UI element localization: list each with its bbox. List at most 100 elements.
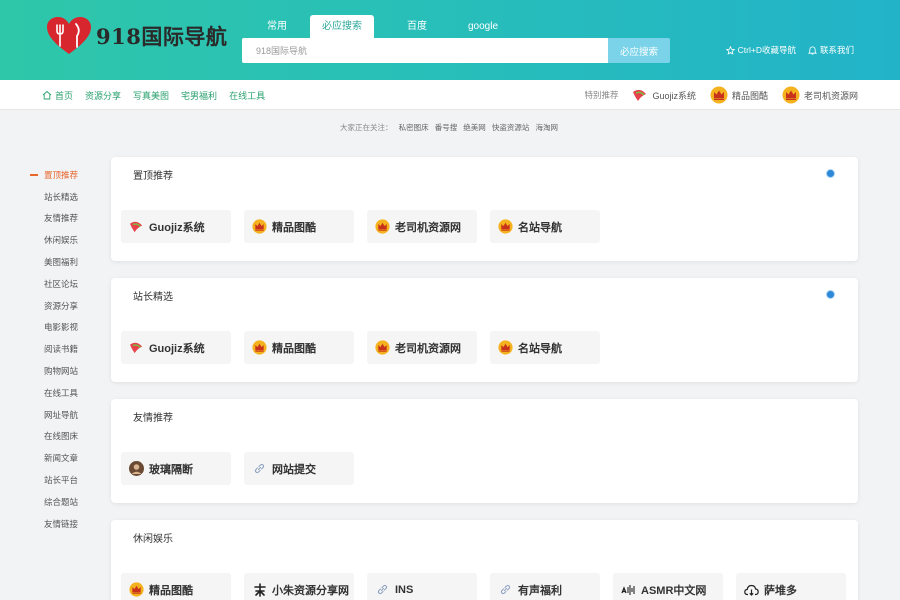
site-link-label: 小朱资源分享网 — [272, 584, 349, 597]
header-links: Ctrl+D收藏导航 联系我们 — [725, 44, 854, 56]
site-link[interactable]: Guojiz系统 — [121, 331, 231, 364]
sidebar-item[interactable]: 资源分享 — [30, 295, 100, 317]
section-dot-icon[interactable] — [826, 169, 835, 178]
sidebar-item[interactable]: 休闲娱乐 — [30, 229, 100, 251]
guojiz-icon — [633, 89, 647, 101]
sidebar-item-label: 置顶推荐 — [44, 169, 79, 180]
nav-tools[interactable]: 在线工具 — [229, 89, 265, 102]
site-link[interactable]: ASMR中文网 — [613, 573, 723, 600]
site-link-label: ASMR中文网 — [641, 584, 707, 597]
sidebar-item[interactable]: 社区论坛 — [30, 273, 100, 295]
site-link[interactable]: 萨堆多 — [736, 573, 846, 600]
site-link[interactable]: 有声福利 — [490, 573, 600, 600]
sidebar-item-label: 在线工具 — [44, 387, 79, 398]
avatar-icon — [129, 461, 144, 476]
guojiz-icon — [130, 342, 143, 354]
site-link[interactable]: 老司机资源网 — [367, 210, 477, 243]
hot-item[interactable]: 绝美网 — [463, 123, 486, 132]
zhu-icon — [253, 582, 266, 597]
sidebar-item-label: 站长精选 — [44, 191, 79, 202]
crown-icon — [252, 219, 267, 234]
logo[interactable]: 918国际导航 — [46, 16, 227, 56]
section-dot-icon[interactable] — [826, 290, 835, 299]
section-card-leisure: 休闲娱乐 精品图酷 小朱资源分享网 INS 有声福利 ASMR中文网 萨堆多 — [111, 520, 858, 600]
site-link-label: Guojiz系统 — [149, 342, 205, 355]
sidebar-item[interactable]: 美图福利 — [30, 251, 100, 273]
sidebar-item-label: 社区论坛 — [44, 278, 79, 289]
link-row: 精品图酷 小朱资源分享网 INS 有声福利 ASMR中文网 萨堆多 — [121, 573, 846, 600]
section-card-pinned: 置顶推荐 Guojiz系统 精品图酷 老司机资源网 名站导航 — [111, 157, 858, 261]
search-input[interactable] — [242, 38, 608, 63]
site-link[interactable]: INS — [367, 573, 477, 600]
sidebar-item-label: 休闲娱乐 — [44, 235, 79, 246]
search-button[interactable]: 必应搜索 — [608, 38, 670, 63]
site-link-label: 精品图酷 — [272, 342, 316, 355]
nav-resources[interactable]: 资源分享 — [85, 89, 121, 102]
sidebar-item-label: 新闻文章 — [44, 453, 79, 464]
site-link[interactable]: 网站提交 — [244, 452, 354, 485]
sidebar-item-label: 友情推荐 — [44, 213, 79, 224]
site-link[interactable]: 精品图酷 — [244, 210, 354, 243]
sidebar-item[interactable]: 阅读书籍 — [30, 338, 100, 360]
sidebar-item[interactable]: 站长平台 — [30, 469, 100, 491]
site-link[interactable]: 小朱资源分享网 — [244, 573, 354, 600]
sidebar-item-label: 购物网站 — [44, 366, 79, 377]
home-icon — [42, 90, 52, 100]
special-label: 特别推荐 — [584, 90, 619, 100]
special-guojiz-label: Guojiz系统 — [652, 90, 696, 101]
contact-link[interactable]: 联系我们 — [807, 44, 854, 56]
site-link[interactable]: 精品图酷 — [121, 573, 231, 600]
site-link[interactable]: 玻璃隔断 — [121, 452, 231, 485]
sidebar-item[interactable]: 在线工具 — [30, 382, 100, 404]
sidebar-item[interactable]: 综合题站 — [30, 491, 100, 513]
site-link[interactable]: 老司机资源网 — [367, 331, 477, 364]
sidebar-item[interactable]: 电影影视 — [30, 317, 100, 339]
crown-icon — [498, 219, 513, 234]
site-link[interactable]: 名站导航 — [490, 331, 600, 364]
site-link-label: 有声福利 — [518, 584, 562, 597]
special-guojiz[interactable]: Guojiz系统 — [632, 88, 696, 102]
heart-logo-icon — [47, 17, 91, 54]
tab-google[interactable]: google — [450, 15, 516, 38]
sidebar-item[interactable]: 网址导航 — [30, 404, 100, 426]
sub-navigation: 首页 资源分享 写真美图 宅男福利 在线工具 特别推荐 Guojiz系统 精品图… — [0, 80, 900, 110]
sidebar-item[interactable]: 友情链接 — [30, 513, 100, 535]
site-link[interactable]: 精品图酷 — [244, 331, 354, 364]
nav-photos[interactable]: 写真美图 — [133, 89, 169, 102]
hot-item[interactable]: 快盗资源站 — [492, 123, 530, 132]
site-link-label: 网站提交 — [272, 463, 316, 476]
sidebar-item[interactable]: 友情推荐 — [30, 208, 100, 230]
sidebar-item-label: 友情链接 — [44, 518, 79, 529]
special-tuku[interactable]: 精品图酷 — [710, 86, 768, 104]
hot-item[interactable]: 海淘网 — [535, 123, 558, 132]
tab-baidu[interactable]: 百度 — [384, 15, 450, 38]
sidebar-item-label: 综合题站 — [44, 496, 79, 507]
logo-text: 918国际导航 — [96, 24, 228, 49]
contact-label: 联系我们 — [819, 45, 854, 55]
sidebar-item[interactable]: 站长精选 — [30, 186, 100, 208]
tab-bing[interactable]: 必应搜索 — [310, 15, 374, 38]
hot-item[interactable]: 私密图床 — [399, 123, 429, 132]
sidebar-item-label: 阅读书籍 — [44, 344, 79, 355]
nav-home[interactable]: 首页 — [42, 89, 73, 102]
site-link-label: 老司机资源网 — [395, 342, 461, 355]
nav-welfare[interactable]: 宅男福利 — [181, 89, 217, 102]
site-link-label: INS — [395, 583, 414, 596]
site-link[interactable]: Guojiz系统 — [121, 210, 231, 243]
sidebar-item[interactable]: 新闻文章 — [30, 447, 100, 469]
asmr-icon — [621, 584, 635, 595]
bookmark-link[interactable]: Ctrl+D收藏导航 — [725, 44, 796, 56]
site-link-label: 名站导航 — [518, 221, 562, 234]
link-icon — [500, 584, 511, 595]
sidebar-item[interactable]: 购物网站 — [30, 360, 100, 382]
nav-home-label: 首页 — [55, 90, 74, 101]
link-icon — [377, 584, 388, 595]
site-link[interactable]: 名站导航 — [490, 210, 600, 243]
sidebar-item-pinned[interactable]: 置顶推荐 — [30, 164, 100, 186]
tab-common[interactable]: 常用 — [244, 15, 310, 38]
hot-item[interactable]: 番号搜 — [435, 123, 458, 132]
crown-icon — [375, 340, 390, 355]
section-title: 置顶推荐 — [133, 171, 173, 182]
sidebar-item[interactable]: 在线图床 — [30, 426, 100, 448]
special-laosiji[interactable]: 老司机资源网 — [782, 86, 858, 104]
